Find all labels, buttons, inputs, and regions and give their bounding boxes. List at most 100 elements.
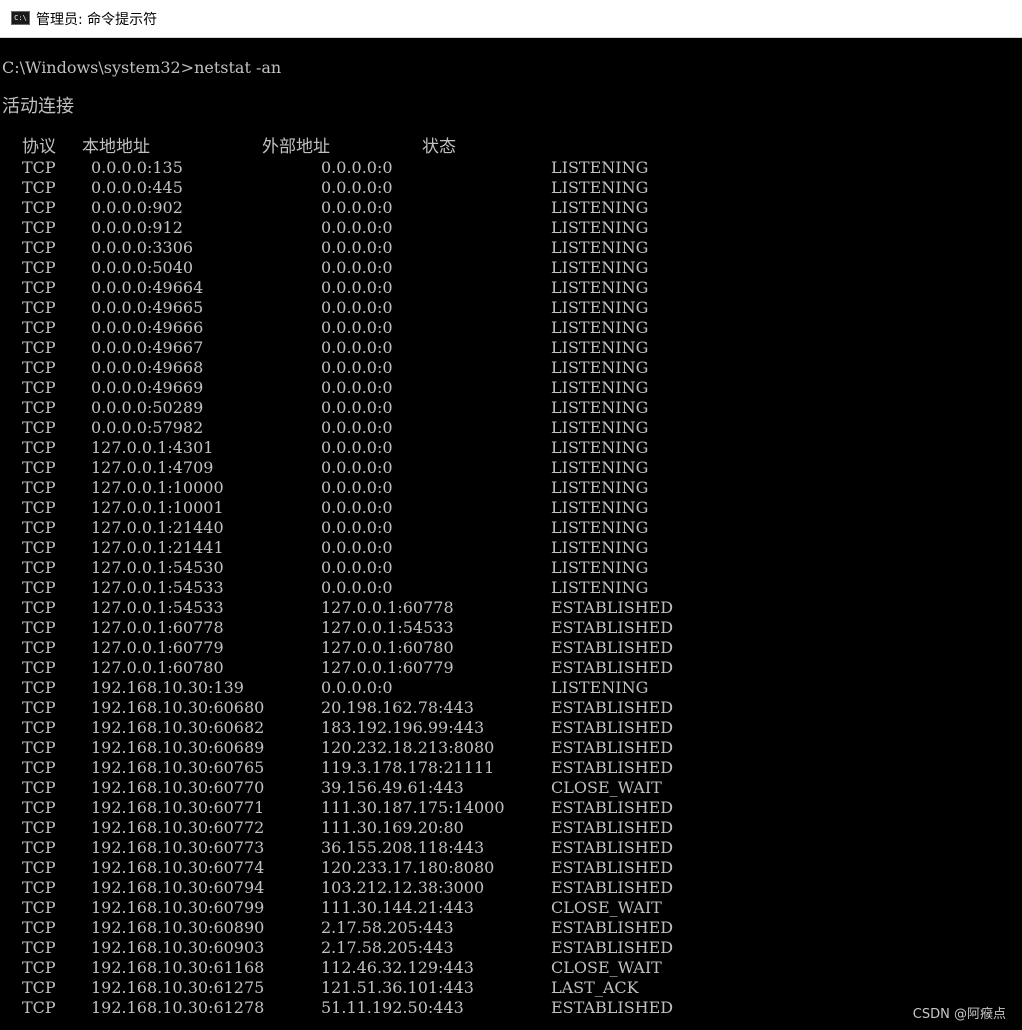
row-protocol: TCP [22,818,56,837]
row-protocol: TCP [22,498,56,517]
row-foreign-address: 0.0.0.0:0 [321,178,393,197]
row-state: LISTENING [551,318,649,337]
row-foreign-address: 111.30.187.175:14000 [321,798,505,817]
row-protocol: TCP [22,438,56,457]
row-state: LISTENING [551,198,649,217]
row-local-address: 0.0.0.0:5040 [91,258,194,277]
row-state: LISTENING [551,378,649,397]
row-protocol: TCP [22,618,56,637]
row-foreign-address: 0.0.0.0:0 [321,358,393,377]
row-protocol: TCP [22,898,56,917]
row-state: ESTABLISHED [551,598,674,617]
row-state: LISTENING [551,538,649,557]
row-state: LISTENING [551,398,649,417]
row-foreign-address: 0.0.0.0:0 [321,458,393,477]
row-foreign-address: 0.0.0.0:0 [321,558,393,577]
header-foreign-address: 外部地址 [262,137,330,157]
row-state: ESTABLISHED [551,838,674,857]
row-protocol: TCP [22,838,56,857]
row-state: LISTENING [551,478,649,497]
row-protocol: TCP [22,678,56,697]
row-foreign-address: 51.11.192.50:443 [321,998,464,1017]
row-foreign-address: 0.0.0.0:0 [321,238,393,257]
row-protocol: TCP [22,238,56,257]
row-foreign-address: 39.156.49.61:443 [321,778,464,797]
row-foreign-address: 0.0.0.0:0 [321,578,393,597]
row-local-address: 0.0.0.0:57982 [91,418,204,437]
row-state: ESTABLISHED [551,798,674,817]
console-output[interactable]: C:\Windows\system32>netstat -an 活动连接 协议 … [0,38,1022,1030]
cmd-window: C:\ 管理员: 命令提示符 C:\Windows\system32>netst… [0,0,1022,1030]
row-state: LISTENING [551,518,649,537]
row-protocol: TCP [22,358,56,377]
row-protocol: TCP [22,938,56,957]
row-protocol: TCP [22,598,56,617]
row-local-address: 0.0.0.0:3306 [91,238,194,257]
row-foreign-address: 0.0.0.0:0 [321,158,393,177]
row-local-address: 0.0.0.0:135 [91,158,183,177]
row-local-address: 0.0.0.0:50289 [91,398,204,417]
row-protocol: TCP [22,918,56,937]
row-protocol: TCP [22,278,56,297]
row-local-address: 127.0.0.1:10000 [91,478,224,497]
row-protocol: TCP [22,698,56,717]
row-foreign-address: 2.17.58.205:443 [321,918,454,937]
row-state: ESTABLISHED [551,878,674,897]
row-local-address: 192.168.10.30:60772 [91,818,265,837]
row-foreign-address: 36.155.208.118:443 [321,838,485,857]
row-protocol: TCP [22,578,56,597]
row-local-address: 192.168.10.30:60773 [91,838,265,857]
row-local-address: 127.0.0.1:21440 [91,518,224,537]
window-title: 管理员: 命令提示符 [36,12,158,28]
row-local-address: 192.168.10.30:60680 [91,698,265,717]
row-state: ESTABLISHED [551,698,674,717]
row-protocol: TCP [22,978,56,997]
row-state: LISTENING [551,238,649,257]
row-state: LAST_ACK [551,978,639,997]
row-state: ESTABLISHED [551,638,674,657]
row-protocol: TCP [22,298,56,317]
row-state: LISTENING [551,258,649,277]
row-local-address: 192.168.10.30:60903 [91,938,265,957]
header-protocol: 协议 [22,137,56,157]
row-foreign-address: 111.30.144.21:443 [321,898,474,917]
row-foreign-address: 120.232.18.213:8080 [321,738,495,757]
row-protocol: TCP [22,418,56,437]
row-local-address: 127.0.0.1:54530 [91,558,224,577]
row-local-address: 127.0.0.1:60778 [91,618,224,637]
row-local-address: 192.168.10.30:60799 [91,898,265,917]
row-protocol: TCP [22,658,56,677]
row-foreign-address: 0.0.0.0:0 [321,278,393,297]
cmd-icon: C:\ [11,11,30,25]
row-state: LISTENING [551,418,649,437]
row-state: ESTABLISHED [551,738,674,757]
title-bar[interactable]: C:\ 管理员: 命令提示符 [0,0,1022,38]
row-foreign-address: 103.212.12.38:3000 [321,878,485,897]
row-protocol: TCP [22,718,56,737]
row-foreign-address: 0.0.0.0:0 [321,318,393,337]
row-protocol: TCP [22,638,56,657]
row-foreign-address: 20.198.162.78:443 [321,698,474,717]
watermark: CSDN @阿瘊点 [912,1007,1006,1022]
row-local-address: 127.0.0.1:21441 [91,538,224,557]
row-state: CLOSE_WAIT [551,898,662,917]
row-protocol: TCP [22,538,56,557]
row-foreign-address: 127.0.0.1:60779 [321,658,454,677]
row-protocol: TCP [22,478,56,497]
row-foreign-address: 0.0.0.0:0 [321,518,393,537]
row-protocol: TCP [22,998,56,1017]
row-state: CLOSE_WAIT [551,958,662,977]
row-state: LISTENING [551,338,649,357]
row-state: LISTENING [551,438,649,457]
row-protocol: TCP [22,858,56,877]
row-protocol: TCP [22,778,56,797]
header-state: 状态 [422,137,456,157]
row-protocol: TCP [22,558,56,577]
row-local-address: 0.0.0.0:49665 [91,298,204,317]
row-state: ESTABLISHED [551,938,674,957]
row-state: LISTENING [551,458,649,477]
row-local-address: 127.0.0.1:10001 [91,498,224,517]
row-state: LISTENING [551,218,649,237]
row-protocol: TCP [22,378,56,397]
row-foreign-address: 127.0.0.1:60778 [321,598,454,617]
